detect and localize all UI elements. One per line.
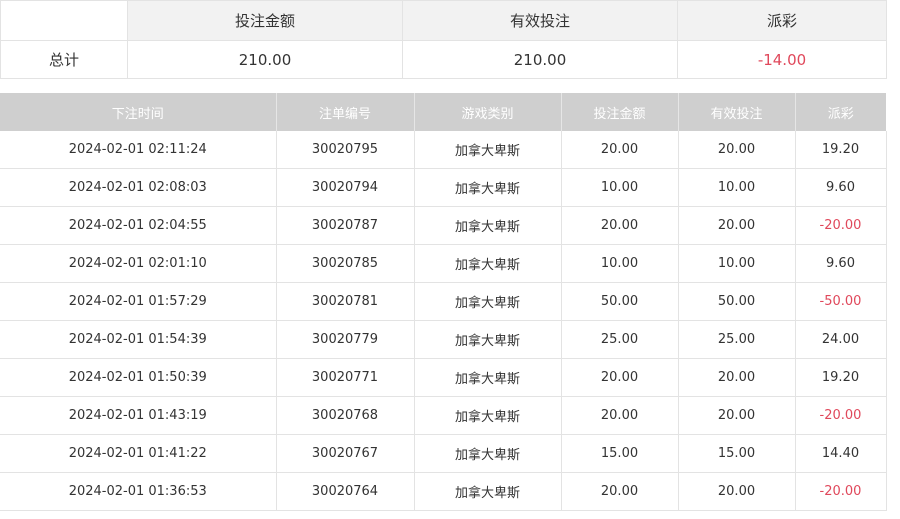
cell-bet-id: 30020795 xyxy=(276,131,415,169)
table-row: 2024-02-01 02:11:24 30020795 加拿大卑斯 20.00 20.… xyxy=(0,131,887,169)
cell-game-type: 加拿大卑斯 xyxy=(414,282,562,321)
cell-bet-id: 30020768 xyxy=(276,396,415,435)
summary-table: 投注金额 有效投注 派彩 总计 210.00 210.00 -14.00 xyxy=(0,0,887,79)
cell-valid-bet: 20.00 xyxy=(678,396,796,435)
cell-valid-bet: 15.00 xyxy=(678,434,796,473)
cell-game-type: 加拿大卑斯 xyxy=(414,168,562,207)
cell-game-type: 加拿大卑斯 xyxy=(414,472,562,511)
cell-bet-id: 30020771 xyxy=(276,358,415,397)
cell-bet-id: 30020764 xyxy=(276,472,415,511)
cell-bet-amount: 20.00 xyxy=(561,472,679,511)
cell-bet-amount: 20.00 xyxy=(561,131,679,169)
summary-total-row: 总计 210.00 210.00 -14.00 xyxy=(0,40,887,79)
cell-bet-time: 2024-02-01 01:41:22 xyxy=(0,434,277,473)
cell-bet-amount: 20.00 xyxy=(561,396,679,435)
summary-header-blank xyxy=(0,0,128,41)
cell-valid-bet: 20.00 xyxy=(678,358,796,397)
cell-bet-time: 2024-02-01 02:01:10 xyxy=(0,244,277,283)
summary-header-row: 投注金额 有效投注 派彩 xyxy=(0,0,887,41)
cell-bet-id: 30020779 xyxy=(276,320,415,359)
summary-total-valid: 210.00 xyxy=(402,40,678,79)
cell-bet-amount: 25.00 xyxy=(561,320,679,359)
cell-valid-bet: 20.00 xyxy=(678,206,796,245)
bet-detail-table: 下注时间 注单编号 游戏类别 投注金额 有效投注 派彩 2024-02-01 0… xyxy=(0,93,887,511)
cell-bet-time: 2024-02-01 01:57:29 xyxy=(0,282,277,321)
column-header-payout: 派彩 xyxy=(795,93,886,131)
cell-game-type: 加拿大卑斯 xyxy=(414,244,562,283)
cell-payout: 19.20 xyxy=(795,358,887,397)
table-row: 2024-02-01 02:04:55 30020787 加拿大卑斯 20.00 20.… xyxy=(0,206,887,245)
cell-payout: 9.60 xyxy=(795,244,887,283)
column-header-bet-id: 注单编号 xyxy=(276,93,415,131)
cell-payout: 14.40 xyxy=(795,434,887,473)
table-row: 2024-02-01 01:43:19 30020768 加拿大卑斯 20.00 20.… xyxy=(0,396,887,435)
cell-game-type: 加拿大卑斯 xyxy=(414,320,562,359)
summary-header-valid: 有效投注 xyxy=(402,0,678,41)
cell-valid-bet: 20.00 xyxy=(678,472,796,511)
summary-header-amount: 投注金额 xyxy=(127,0,403,41)
column-header-game-type: 游戏类别 xyxy=(414,93,562,131)
cell-bet-id: 30020787 xyxy=(276,206,415,245)
cell-bet-time: 2024-02-01 02:08:03 xyxy=(0,168,277,207)
cell-bet-id: 30020794 xyxy=(276,168,415,207)
cell-bet-amount: 50.00 xyxy=(561,282,679,321)
table-row: 2024-02-01 02:01:10 30020785 加拿大卑斯 10.00 10.… xyxy=(0,244,887,283)
cell-game-type: 加拿大卑斯 xyxy=(414,358,562,397)
cell-bet-amount: 20.00 xyxy=(561,206,679,245)
summary-total-amount: 210.00 xyxy=(127,40,403,79)
cell-bet-amount: 10.00 xyxy=(561,168,679,207)
cell-payout: -20.00 xyxy=(795,206,887,245)
detail-body: 2024-02-01 02:11:24 30020795 加拿大卑斯 20.00 20.… xyxy=(0,131,887,511)
cell-game-type: 加拿大卑斯 xyxy=(414,434,562,473)
cell-bet-amount: 10.00 xyxy=(561,244,679,283)
cell-payout: 24.00 xyxy=(795,320,887,359)
cell-bet-id: 30020785 xyxy=(276,244,415,283)
table-row: 2024-02-01 01:41:22 30020767 加拿大卑斯 15.00 15.… xyxy=(0,434,887,473)
cell-bet-time: 2024-02-01 02:11:24 xyxy=(0,131,277,169)
table-row: 2024-02-01 01:36:53 30020764 加拿大卑斯 20.00 20.… xyxy=(0,472,887,511)
summary-header-payout: 派彩 xyxy=(677,0,887,41)
table-row: 2024-02-01 02:08:03 30020794 加拿大卑斯 10.00 10.… xyxy=(0,168,887,207)
cell-payout: -20.00 xyxy=(795,396,887,435)
cell-valid-bet: 10.00 xyxy=(678,168,796,207)
cell-bet-amount: 15.00 xyxy=(561,434,679,473)
cell-game-type: 加拿大卑斯 xyxy=(414,396,562,435)
summary-total-label: 总计 xyxy=(0,40,128,79)
cell-valid-bet: 10.00 xyxy=(678,244,796,283)
table-row: 2024-02-01 01:50:39 30020771 加拿大卑斯 20.00 20.… xyxy=(0,358,887,397)
table-row: 2024-02-01 01:57:29 30020781 加拿大卑斯 50.00 50.… xyxy=(0,282,887,321)
cell-payout: 19.20 xyxy=(795,131,887,169)
cell-bet-time: 2024-02-01 01:54:39 xyxy=(0,320,277,359)
cell-payout: 9.60 xyxy=(795,168,887,207)
summary-total-payout: -14.00 xyxy=(677,40,887,79)
column-header-bet-amount: 投注金额 xyxy=(561,93,679,131)
cell-valid-bet: 25.00 xyxy=(678,320,796,359)
cell-bet-amount: 20.00 xyxy=(561,358,679,397)
cell-valid-bet: 20.00 xyxy=(678,131,796,169)
cell-game-type: 加拿大卑斯 xyxy=(414,206,562,245)
cell-game-type: 加拿大卑斯 xyxy=(414,131,562,169)
cell-payout: -20.00 xyxy=(795,472,887,511)
column-header-bet-time: 下注时间 xyxy=(0,93,277,131)
detail-header-row: 下注时间 注单编号 游戏类别 投注金额 有效投注 派彩 xyxy=(0,93,886,131)
column-header-valid-bet: 有效投注 xyxy=(678,93,796,131)
cell-bet-time: 2024-02-01 01:36:53 xyxy=(0,472,277,511)
cell-bet-time: 2024-02-01 01:43:19 xyxy=(0,396,277,435)
cell-bet-time: 2024-02-01 01:50:39 xyxy=(0,358,277,397)
cell-bet-time: 2024-02-01 02:04:55 xyxy=(0,206,277,245)
cell-bet-id: 30020781 xyxy=(276,282,415,321)
cell-payout: -50.00 xyxy=(795,282,887,321)
cell-bet-id: 30020767 xyxy=(276,434,415,473)
table-row: 2024-02-01 01:54:39 30020779 加拿大卑斯 25.00 25.… xyxy=(0,320,887,359)
cell-valid-bet: 50.00 xyxy=(678,282,796,321)
